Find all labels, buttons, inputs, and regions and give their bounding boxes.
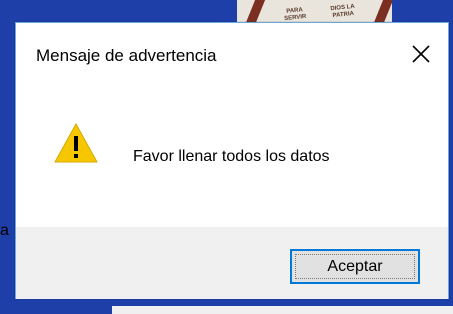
warning-icon bbox=[54, 123, 98, 163]
warning-dialog: Mensaje de advertencia Favor llenar todo… bbox=[15, 22, 449, 299]
accept-button-label: Aceptar bbox=[327, 257, 383, 275]
dialog-footer: Aceptar bbox=[16, 227, 448, 299]
dialog-title: Mensaje de advertencia bbox=[36, 46, 217, 65]
close-icon bbox=[412, 45, 430, 63]
background-window-fragment: a bbox=[0, 222, 9, 239]
dialog-message: Favor llenar todos los datos bbox=[133, 148, 330, 165]
dialog-content: Favor llenar todos los datos bbox=[16, 85, 448, 227]
background-image-text: DIOS LA PATRIA bbox=[330, 3, 356, 20]
background-window-bar bbox=[112, 306, 453, 314]
close-button[interactable] bbox=[406, 39, 436, 69]
screen: PARA SERVIR DIOS LA PATRIA a Mensaje de … bbox=[0, 0, 453, 314]
accept-button[interactable]: Aceptar bbox=[290, 249, 420, 284]
dialog-titlebar[interactable]: Mensaje de advertencia bbox=[16, 23, 448, 85]
